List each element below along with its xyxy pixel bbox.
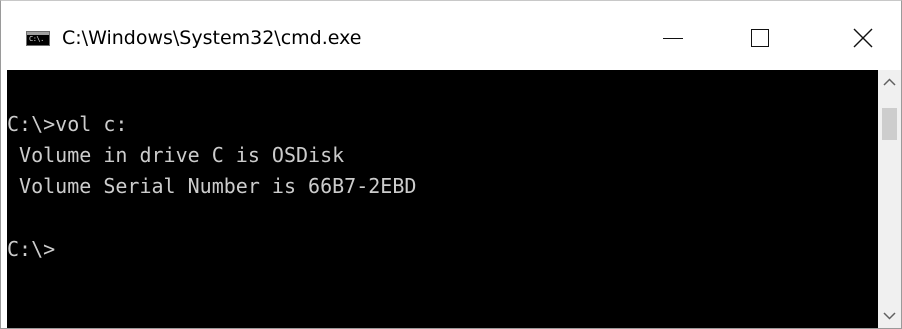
title-bar[interactable]: C:\. C:\Windows\System32\cmd.exe [1, 1, 901, 69]
chevron-down-icon [883, 312, 896, 320]
cmd-window: C:\. C:\Windows\System32\cmd.exe C:\>vol… [0, 0, 902, 329]
icon-label: C:\. [29, 35, 44, 43]
window-title: C:\Windows\System32\cmd.exe [62, 27, 362, 49]
vertical-scrollbar[interactable] [878, 70, 901, 328]
minimize-button[interactable] [637, 1, 707, 69]
console-output[interactable]: C:\>vol c: Volume in drive C is OSDisk V… [7, 70, 878, 328]
cmd-console-icon[interactable]: C:\. [26, 31, 50, 46]
close-button[interactable] [819, 1, 889, 69]
console-prompt-line: C:\> [7, 237, 56, 261]
close-icon [853, 28, 873, 48]
console-line: Volume Serial Number is 66B7-2EBD [7, 174, 417, 198]
scroll-down-button[interactable] [878, 304, 901, 328]
scroll-up-button[interactable] [878, 70, 901, 94]
maximize-button[interactable] [725, 1, 795, 69]
console-line: C:\>vol c: [7, 112, 128, 136]
scroll-thumb[interactable] [882, 108, 897, 140]
minimize-icon [663, 38, 683, 39]
console-line: Volume in drive C is OSDisk [7, 143, 345, 167]
maximize-icon [751, 29, 769, 47]
chevron-up-icon [883, 78, 896, 86]
